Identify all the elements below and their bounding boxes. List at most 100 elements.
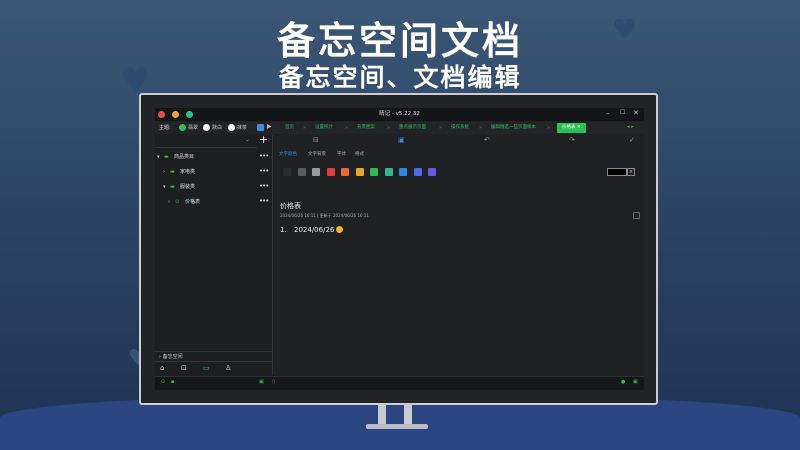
chevron-down-icon[interactable]: ⌄ xyxy=(245,136,250,143)
chevron-down-icon[interactable]: ▾ xyxy=(157,151,160,163)
mobile-icon[interactable]: ▯ xyxy=(272,379,275,385)
smile-emoji-icon xyxy=(336,226,344,233)
tab-separator-icon: » xyxy=(547,125,551,131)
tab-home[interactable]: 首页 xyxy=(285,123,294,133)
tab-price-list[interactable]: 价格表 ✕ xyxy=(557,123,586,133)
tab-background[interactable]: 背景图案 xyxy=(357,123,375,133)
undo-icon[interactable]: ↶ xyxy=(484,136,490,144)
tab-nav-arrows-icon[interactable]: ◂ ▸ xyxy=(627,124,634,130)
theme-radio-jade[interactable] xyxy=(179,124,186,131)
home-icon[interactable]: ⌂ xyxy=(160,364,164,372)
play-icon[interactable]: ▶ xyxy=(267,123,272,130)
list-number: 1. xyxy=(280,226,287,234)
monitor-frame: 晴记 - v5.22.32 – ☐ ✕ 主题: 翡翠 默白 抹茶 ▶ 首页 » … xyxy=(139,93,658,405)
folder-tab-icon[interactable]: ▭ xyxy=(203,364,210,372)
maximize-icon[interactable]: ☐ xyxy=(620,109,625,116)
list-item[interactable]: 1. 2024/06/26 xyxy=(280,226,344,234)
tab-text-background[interactable]: 文字背景 xyxy=(308,151,326,157)
color-swatch[interactable] xyxy=(283,168,291,176)
doc-title[interactable]: 价格表 xyxy=(280,201,301,211)
tree-item-appliance[interactable]: › ▬ 家电类 ••• xyxy=(155,166,273,178)
sync-icon[interactable]: ⊙ xyxy=(161,379,165,385)
editor-pane: ⊟ ▣ ↶ ↷ ✓ 文字颜色 文字背景 字体 格式 × 价格表 2024/06/… xyxy=(274,135,644,375)
color-swatch[interactable] xyxy=(341,168,349,176)
chevron-right-icon[interactable]: › xyxy=(163,166,165,178)
sidebar: ⌄ + ▾ ▬ 商品类目 ••• › ▬ 家电类 ••• ▾ ▬ 服装类 ••• xyxy=(155,133,273,375)
monitor-base xyxy=(366,424,428,429)
tab-os[interactable]: 操作系统 xyxy=(451,123,469,133)
close-icon[interactable]: ✕ xyxy=(633,109,639,117)
folder-icon: ▬ xyxy=(170,184,175,190)
color-swatch[interactable] xyxy=(428,168,436,176)
status-dot-icon[interactable]: ● xyxy=(621,379,625,385)
inbox-icon[interactable]: ⊡ xyxy=(181,364,187,372)
tab-separator-icon: » xyxy=(303,125,307,131)
tree-item-clothing[interactable]: ▾ ▬ 服装类 ••• xyxy=(155,181,273,193)
user-icon[interactable]: ♙ xyxy=(225,364,231,372)
note-icon: ⊙ xyxy=(175,199,180,205)
tree-item-category[interactable]: ▾ ▬ 商品类目 ••• xyxy=(155,151,273,163)
tab-text-color[interactable]: 文字颜色 xyxy=(279,151,297,157)
theme-radio-white[interactable] xyxy=(203,124,210,131)
title-bar: 晴记 - v5.22.32 – ☐ ✕ xyxy=(155,108,644,121)
status-bar: ⊙ ▪ ▣ ▯ ● ▣ xyxy=(155,376,644,390)
clear-color-icon[interactable]: × xyxy=(627,168,635,176)
monitor-status-icon[interactable]: ▣ xyxy=(259,379,264,385)
window-title: 晴记 - v5.22.32 xyxy=(379,111,420,117)
sidebar-tabs: ⌂ ⊡ ▭ ♙ xyxy=(155,361,273,375)
promo-title: 备忘空间文档 xyxy=(276,19,523,63)
tab-highlight[interactable]: 重点展示页面 xyxy=(399,123,426,133)
color-swatch[interactable] xyxy=(326,168,335,176)
promo-subtitle: 备忘空间、文档编辑 xyxy=(278,63,522,92)
memo-space-label: 备忘空间 xyxy=(162,354,183,360)
chevron-down-icon[interactable]: ▾ xyxy=(163,181,166,193)
tab-separator-icon: » xyxy=(439,125,443,131)
status-indicator-icon: ▪ xyxy=(171,379,175,385)
color-swatch[interactable] xyxy=(399,168,407,176)
color-swatch[interactable] xyxy=(384,168,393,176)
save-icon[interactable]: ⊟ xyxy=(313,136,319,144)
camera-icon[interactable] xyxy=(257,124,264,131)
more-icon[interactable]: ••• xyxy=(259,150,269,162)
tab-font[interactable]: 字体 xyxy=(337,151,346,157)
custom-color-box[interactable] xyxy=(607,168,627,176)
tab-separator-icon: » xyxy=(345,125,349,131)
tab-separator-icon: » xyxy=(479,125,483,131)
color-swatch[interactable] xyxy=(370,168,378,176)
theme-option[interactable]: 翡翠 xyxy=(188,124,198,131)
tree-item-label: 商品类目 xyxy=(174,154,195,160)
folder-icon: ▬ xyxy=(170,169,175,175)
color-swatch[interactable] xyxy=(297,168,306,176)
app-window: 晴记 - v5.22.32 – ☐ ✕ 主题: 翡翠 默白 抹茶 ▶ 首页 » … xyxy=(155,108,644,390)
settings-status-icon[interactable]: ▣ xyxy=(633,379,638,385)
add-note-button[interactable]: + xyxy=(259,133,268,146)
more-icon[interactable]: ••• xyxy=(259,195,269,207)
list-text: 2024/06/26 xyxy=(294,226,335,234)
theme-label: 主题: xyxy=(159,125,171,131)
outline-icon[interactable] xyxy=(633,212,640,219)
sidebar-filter[interactable]: ⌄ xyxy=(155,135,257,148)
minimize-icon[interactable]: – xyxy=(606,109,610,117)
tree-item-price-list[interactable]: › ⊙ 价格表 ••• xyxy=(155,196,273,208)
tab-stats[interactable]: 设置统计 xyxy=(315,123,333,133)
more-icon[interactable]: ••• xyxy=(259,180,269,192)
theme-radio-matcha[interactable] xyxy=(228,124,235,131)
tree-item-label: 服装类 xyxy=(180,184,196,190)
tree-item-label: 价格表 xyxy=(185,199,201,205)
tab-separator-icon: » xyxy=(387,125,391,131)
tree-item-label: 家电类 xyxy=(180,169,196,175)
memo-space-toggle[interactable]: › 备忘空间 xyxy=(155,351,273,361)
format-icon[interactable]: ▣ xyxy=(398,136,405,144)
tab-format[interactable]: 格式 xyxy=(355,151,364,157)
tab-samples[interactable]: 编辑精选一些页面样本 xyxy=(491,123,536,133)
more-icon[interactable]: ••• xyxy=(259,165,269,177)
color-swatch[interactable] xyxy=(312,168,320,176)
color-swatch[interactable] xyxy=(413,168,422,176)
chevron-right-icon[interactable]: › xyxy=(168,196,170,208)
redo-icon[interactable]: ↷ xyxy=(569,136,575,144)
color-swatch[interactable] xyxy=(355,168,364,176)
theme-option[interactable]: 抹茶 xyxy=(237,124,247,131)
theme-option[interactable]: 默白 xyxy=(212,124,222,131)
check-icon[interactable]: ✓ xyxy=(629,136,635,144)
folder-icon: ▬ xyxy=(164,154,169,160)
